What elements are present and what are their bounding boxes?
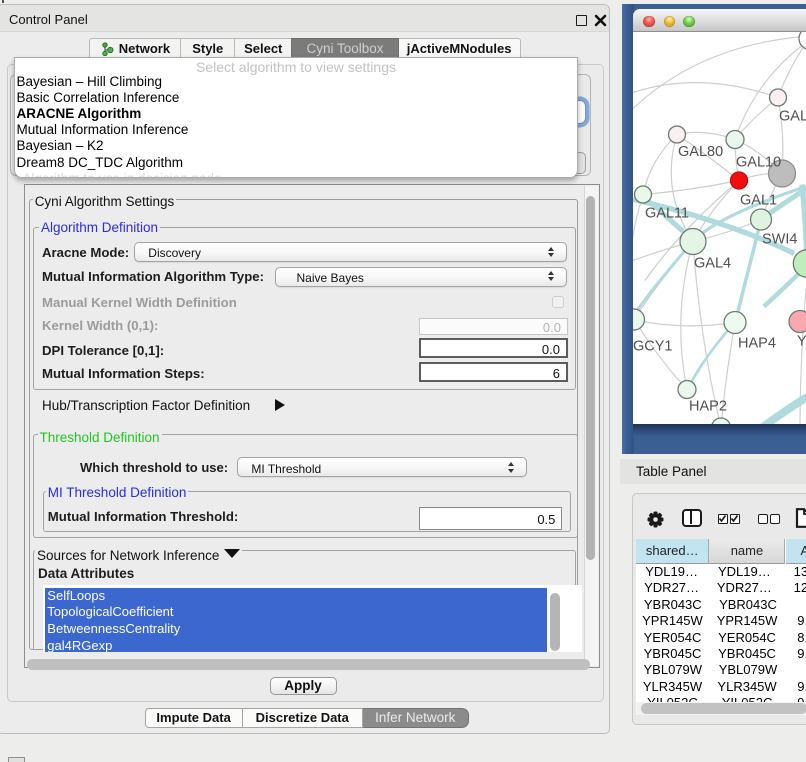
- svg-text:GAL80: GAL80: [678, 144, 723, 160]
- svg-text:GAL10: GAL10: [736, 155, 781, 171]
- svg-text:GAL7: GAL7: [779, 109, 806, 125]
- svg-text:GCY1: GCY1: [633, 339, 673, 355]
- svg-text:SWI4: SWI4: [762, 232, 797, 248]
- svg-text:Y: Y: [797, 334, 806, 350]
- svg-text:HAP4: HAP4: [738, 336, 776, 352]
- svg-text:GAL4: GAL4: [694, 256, 731, 272]
- svg-text:HAP2: HAP2: [689, 399, 727, 415]
- svg-text:GAL11: GAL11: [645, 206, 689, 222]
- svg-text:GAL1: GAL1: [740, 193, 777, 209]
